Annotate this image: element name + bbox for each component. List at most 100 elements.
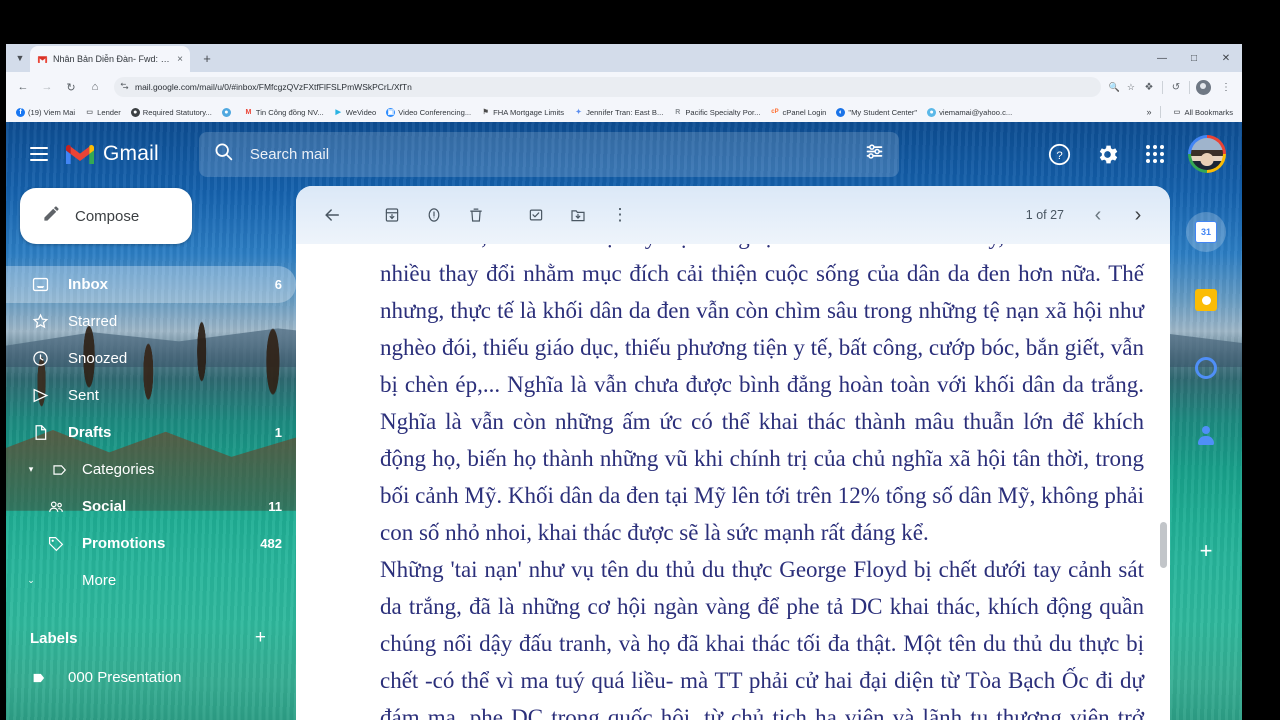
maximize-button[interactable]: □ [1178,45,1210,71]
get-addons-button[interactable]: + [1200,538,1213,564]
new-tab-button[interactable]: + [196,47,218,69]
search-options-icon[interactable] [864,141,885,167]
bookmark-label: Jennifer Tran: East B... [586,107,664,117]
home-icon[interactable]: ⌂ [84,76,106,98]
sidebar-label-promotions: Promotions [82,535,166,552]
more-options-button[interactable]: ⋮ [602,197,638,233]
svg-text:?: ? [1056,150,1062,162]
bookmark-item[interactable]: ● Required Statutory... [126,104,217,120]
bookmark-label: cPanel Login [782,107,827,117]
search-input[interactable] [249,145,848,163]
email-body: dân da đen, thoát khỏi nạn kỳ thị chủng … [296,244,1170,720]
facebook-icon: f [16,107,25,117]
reload-icon[interactable]: ↻ [60,76,82,98]
google-calendar-icon[interactable]: 31 [1186,212,1226,252]
sidebar-item-label-000-presentation[interactable]: 000 Presentation [6,659,296,696]
scrollbar-thumb[interactable] [1160,522,1167,568]
tab-close-icon[interactable]: × [177,54,183,65]
bookmarks-overflow-icon[interactable]: » [1143,107,1154,117]
forward-icon[interactable]: → [36,76,58,98]
google-apps-icon[interactable] [1136,135,1174,173]
next-message-button[interactable]: › [1120,197,1156,233]
bookmark-star-icon[interactable]: ☆ [1127,82,1135,93]
header-actions: ? [1040,135,1242,173]
close-window-button[interactable]: ✕ [1210,45,1242,71]
pager: 1 of 27 ‹ › [1026,197,1156,233]
address-bar[interactable]: mail.google.com/mail/u/0/#inbox/FMfcgzQV… [114,77,1101,97]
all-bookmarks-button[interactable]: ▭ All Bookmarks [1167,104,1238,120]
browser-profile-avatar[interactable] [1193,77,1213,97]
contacts-glyph [1196,426,1216,446]
search-bar[interactable] [198,131,899,177]
sidebar-label-categories: Categories [82,461,155,478]
sidebar-item-starred[interactable]: Starred [6,303,296,340]
chrome-menu-icon[interactable]: ⋮ [1216,77,1236,97]
chevron-down-icon[interactable]: ▾ [24,464,38,475]
bookmark-item[interactable]: ✦ Jennifer Tran: East B... [569,104,668,120]
create-label-button[interactable]: + [255,627,266,649]
sidebar-item-categories[interactable]: ▾ Categories [6,451,296,488]
bookmark-item[interactable]: M Tin Công đồng NV... [239,104,329,120]
bookmark-item[interactable]: ▭ Lender [80,104,126,120]
sidebar-item-sent[interactable]: Sent [6,377,296,414]
bookmark-item[interactable]: f (19) Viem Mai [11,104,80,120]
sidebar-label-000-presentation: 000 Presentation [68,669,182,686]
bookmark-item[interactable]: ● viemamai@yahoo.c... [922,104,1017,120]
sidebar-item-inbox[interactable]: Inbox 6 [6,266,296,303]
blue-dot-icon: ● [221,107,231,117]
support-icon[interactable]: ? [1040,135,1078,173]
bookmark-item[interactable]: ◐ "My Student Center" [831,104,922,120]
tag-icon [46,535,66,553]
sidebar-item-social[interactable]: Social 11 [6,488,296,525]
bookmark-item[interactable]: ● [217,104,239,120]
tasks-glyph [1195,357,1217,379]
bookmark-item[interactable]: cP cPanel Login [765,104,831,120]
bookmark-label: Pacific Specialty Por... [685,107,761,117]
sidebar-label-inbox: Inbox [68,276,108,293]
google-keep-icon[interactable] [1186,280,1226,320]
gmail-sidebar: Compose Inbox 6 Starred Snoozed Sent Dra… [6,186,296,720]
extensions-icon[interactable]: ❖ [1139,77,1159,97]
sidebar-item-drafts[interactable]: Drafts 1 [6,414,296,451]
reading-pane-scrollbar[interactable] [1159,244,1167,720]
zoom-meeting-icon: ▣ [386,107,396,117]
google-tasks-icon[interactable] [1186,348,1226,388]
bookmark-item[interactable]: ▶ WeVideo [329,104,382,120]
archive-button[interactable] [374,197,410,233]
account-avatar[interactable] [1188,135,1226,173]
browser-tab[interactable]: Nhân Bản Diễn Đàn- Fwd: Xã h × [30,46,190,72]
bookmark-item[interactable]: R Pacific Specialty Por... [668,104,765,120]
tab-search-icon[interactable]: ▼ [10,46,30,70]
avatar-photo [1191,138,1223,170]
back-icon[interactable]: ← [12,76,34,98]
gmail-logo[interactable]: Gmail [64,142,159,166]
bookmark-item[interactable]: ⚑ FHA Mortgage Limits [476,104,569,120]
previous-message-button[interactable]: ‹ [1080,197,1116,233]
bookmark-item[interactable]: ▣ Video Conferencing... [381,104,476,120]
chevron-down-icon[interactable]: ⌄ [24,575,38,586]
pacific-specialty-icon: R [675,108,681,116]
delete-button[interactable] [458,197,494,233]
folder-icon: ▭ [86,108,93,116]
sidebar-item-more[interactable]: ⌄ More [6,562,296,599]
gmail-header: Gmail Search mail ? [6,122,1242,186]
sidebar-item-promotions[interactable]: Promotions 482 [6,525,296,562]
sidebar-item-snoozed[interactable]: Snoozed [6,340,296,377]
mark-unread-button[interactable] [518,197,554,233]
minimize-button[interactable]: — [1146,45,1178,71]
cpanel-icon: cP [771,109,779,115]
site-settings-icon[interactable] [120,82,129,93]
clock-icon [30,349,50,368]
history-icon[interactable]: ↺ [1166,77,1186,97]
report-spam-button[interactable] [416,197,452,233]
bookmark-label: (19) Viem Mai [28,107,76,117]
google-contacts-icon[interactable] [1186,416,1226,456]
main-menu-icon[interactable] [20,135,58,173]
zoom-icon[interactable]: 🔍 [1109,82,1120,93]
bookmarks-divider [1160,106,1162,118]
compose-button[interactable]: Compose [20,188,192,244]
settings-gear-icon[interactable] [1088,135,1126,173]
compose-label: Compose [75,207,140,225]
back-to-inbox-button[interactable] [314,197,350,233]
move-to-folder-button[interactable] [560,197,596,233]
